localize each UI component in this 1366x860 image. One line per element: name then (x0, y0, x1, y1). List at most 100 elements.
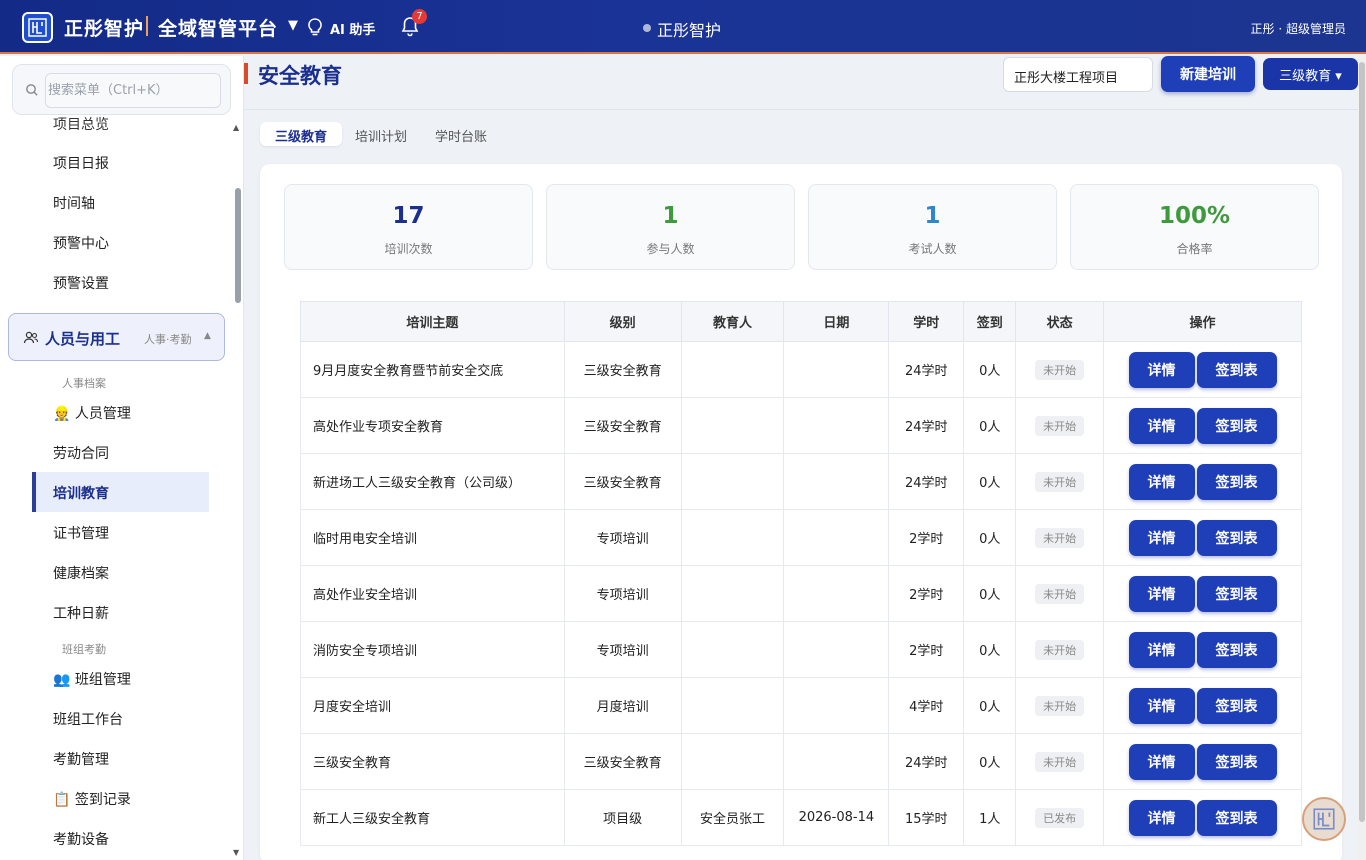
status-dot (643, 24, 651, 32)
cell-topic: 三级安全教育 (300, 733, 565, 790)
stat-label: 培训次数 (384, 242, 433, 256)
level-dropdown-button[interactable]: 三级教育 ▾ (1263, 58, 1358, 90)
new-training-button[interactable]: 新建培训 (1161, 56, 1255, 92)
ai-assistant-button[interactable]: AI 助手 (330, 19, 375, 38)
col-topic: 培训主题 (300, 301, 565, 342)
cell-hours: 24学时 (888, 453, 965, 510)
cell-teacher (680, 341, 785, 398)
tab-training-plan[interactable]: 培训计划 (340, 122, 422, 146)
sidebar-item-team-mgmt[interactable]: 👥 班组管理 (53, 669, 131, 689)
page-scrollbar[interactable] (1359, 62, 1365, 822)
detail-button[interactable]: 详情 (1128, 519, 1195, 556)
sidebar-item-training[interactable]: 培训教育 (32, 472, 209, 512)
stat-value: 100% (1158, 203, 1231, 229)
brand-divider (146, 16, 148, 36)
sidebar-item-team-workbench[interactable]: 班组工作台 (53, 709, 123, 729)
floating-assistant-icon[interactable] (1302, 797, 1346, 841)
status-badge: 未开始 (1035, 751, 1085, 772)
detail-button[interactable]: 详情 (1128, 799, 1195, 836)
table-row: 消防安全专项培训 专项培训 2学时 0人 未开始 详情 签到表 (300, 621, 1302, 678)
tab-three-level[interactable]: 三级教育 (260, 122, 343, 146)
cell-signin: 0人 (963, 565, 1017, 622)
detail-button[interactable]: 详情 (1128, 743, 1195, 780)
sidebar-item-personnel-mgmt[interactable]: 👷 人员管理 (53, 403, 131, 423)
stat-label: 合格率 (1176, 242, 1213, 256)
brand-name: 正彤智护 (64, 18, 145, 40)
detail-button[interactable]: 详情 (1128, 687, 1195, 724)
platform-dropdown-icon[interactable]: ▼ (288, 18, 298, 33)
stat-value: 1 (924, 203, 941, 229)
user-menu[interactable]: 正彤 · 超级管理员 (1251, 20, 1346, 37)
cell-teacher (680, 733, 785, 790)
sidebar-group-personnel[interactable]: 人员与用工 人事·考勤 ▲ (8, 313, 225, 361)
sidebar-item-certificates[interactable]: 证书管理 (53, 523, 109, 543)
sidebar-item-health-records[interactable]: 健康档案 (53, 563, 109, 583)
tab-hours-ledger[interactable]: 学时台账 (420, 122, 502, 146)
top-bar: 正彤智护 全域智管平台 ▼ AI 助手 7 正彤智护 正彤 · 超级管理员 (0, 0, 1366, 54)
project-select[interactable]: 正彤大楼工程项目 (1003, 57, 1153, 92)
sidebar-section-hr: 人事档案 (62, 377, 106, 390)
sidebar-group-label: 人员与用工 (45, 330, 121, 348)
sidebar-item-alert-center[interactable]: 预警中心 (53, 233, 109, 253)
cell-status: 已发布 (1015, 789, 1105, 846)
signin-sheet-button[interactable]: 签到表 (1196, 799, 1277, 836)
menu-search-input[interactable] (45, 73, 221, 108)
cell-teacher (680, 453, 785, 510)
signin-sheet-button[interactable]: 签到表 (1196, 463, 1277, 500)
cell-level: 三级安全教育 (563, 733, 682, 790)
sidebar-item-labor-contract[interactable]: 劳动合同 (53, 443, 109, 463)
cell-teacher (680, 621, 785, 678)
cell-teacher: 安全员张工 (680, 789, 785, 846)
page-header: 安全教育 正彤大楼工程项目 新建培训 三级教育 ▾ (244, 56, 1358, 110)
scroll-down-icon[interactable]: ▼ (233, 848, 239, 857)
cell-signin: 0人 (963, 397, 1017, 454)
signin-sheet-button[interactable]: 签到表 (1196, 631, 1277, 668)
signin-sheet-button[interactable]: 签到表 (1196, 351, 1277, 388)
table-row: 高处作业安全培训 专项培训 2学时 0人 未开始 详情 签到表 (300, 565, 1302, 622)
cell-actions: 详情 签到表 (1103, 341, 1302, 398)
brand-logo-icon[interactable] (22, 12, 53, 43)
cell-date (783, 341, 890, 398)
chevron-up-icon: ▲ (204, 331, 211, 341)
center-title: 正彤智护 (657, 21, 722, 40)
cell-date (783, 733, 890, 790)
platform-name: 全域智管平台 (158, 18, 279, 40)
sidebar-section-team: 班组考勤 (62, 643, 106, 656)
stat-card: 1 参与人数 (546, 184, 795, 270)
cell-status: 未开始 (1015, 341, 1105, 398)
table-row: 高处作业专项安全教育 三级安全教育 24学时 0人 未开始 详情 签到表 (300, 397, 1302, 454)
sidebar-item-signin-records[interactable]: 📋 签到记录 (53, 789, 131, 809)
sidebar-scrollbar[interactable] (235, 188, 241, 303)
table-row: 9月月度安全教育暨节前安全交底 三级安全教育 24学时 0人 未开始 详情 签到表 (300, 341, 1302, 398)
detail-button[interactable]: 详情 (1128, 351, 1195, 388)
signin-sheet-button[interactable]: 签到表 (1196, 575, 1277, 612)
detail-button[interactable]: 详情 (1128, 463, 1195, 500)
scroll-up-icon[interactable]: ▲ (233, 123, 239, 132)
sidebar-item-attendance-devices[interactable]: 考勤设备 (53, 829, 109, 849)
lightbulb-icon[interactable] (306, 17, 324, 37)
sidebar-item-project-daily[interactable]: 项目日报 (53, 153, 109, 173)
detail-button[interactable]: 详情 (1128, 575, 1195, 612)
detail-button[interactable]: 详情 (1128, 631, 1195, 668)
sidebar-item-label: 培训教育 (53, 486, 109, 502)
cell-level: 专项培训 (563, 509, 682, 566)
cell-actions: 详情 签到表 (1103, 565, 1302, 622)
cell-hours: 15学时 (888, 789, 965, 846)
col-hours: 学时 (888, 301, 965, 342)
cell-topic: 高处作业安全培训 (300, 565, 565, 622)
sidebar-item-project-overview[interactable]: 项目总览 (53, 114, 109, 134)
signin-sheet-button[interactable]: 签到表 (1196, 743, 1277, 780)
cell-topic: 9月月度安全教育暨节前安全交底 (300, 341, 565, 398)
sidebar-item-attendance[interactable]: 考勤管理 (53, 749, 109, 769)
cell-hours: 24学时 (888, 733, 965, 790)
cell-status: 未开始 (1015, 733, 1105, 790)
sidebar-item-timeline[interactable]: 时间轴 (53, 193, 95, 213)
sidebar-item-alert-settings[interactable]: 预警设置 (53, 273, 109, 293)
signin-sheet-button[interactable]: 签到表 (1196, 687, 1277, 724)
signin-sheet-button[interactable]: 签到表 (1196, 407, 1277, 444)
detail-button[interactable]: 详情 (1128, 407, 1195, 444)
cell-hours: 24学时 (888, 397, 965, 454)
signin-sheet-button[interactable]: 签到表 (1196, 519, 1277, 556)
sidebar-item-daily-wage[interactable]: 工种日薪 (53, 603, 109, 623)
cell-date (783, 453, 890, 510)
